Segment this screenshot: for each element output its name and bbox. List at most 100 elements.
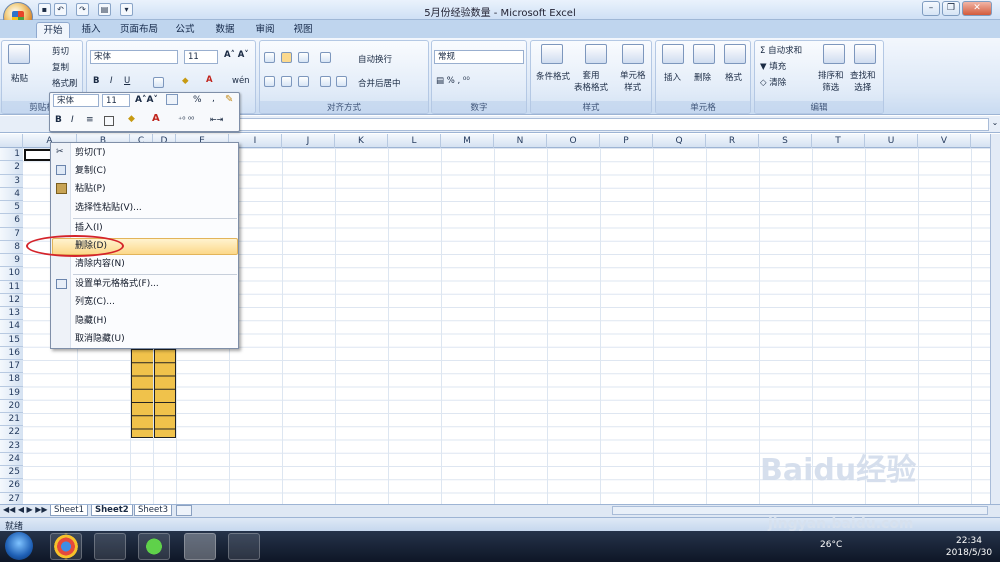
mini-grow-font-icon[interactable]: A˄A˅ [135,95,158,105]
expand-formula-icon[interactable]: ⌄ [990,118,1000,131]
align-top-icon[interactable] [264,52,275,63]
column-header[interactable]: K [335,134,388,148]
start-button[interactable] [5,532,33,560]
conditional-format-button[interactable]: 条件格式 [536,70,570,82]
decrease-indent-icon[interactable] [320,76,331,87]
underline-icon[interactable]: U [124,76,130,86]
column-header[interactable]: V [918,134,971,148]
mini-decimal-icon[interactable]: ⁺⁰ ⁰⁰ [178,115,194,124]
mini-accounting-icon[interactable] [166,94,178,105]
column-header[interactable]: N [494,134,547,148]
menu-item-clear-contents[interactable]: 清除内容(N) [75,256,125,272]
row-header[interactable]: 22 [0,426,23,440]
border-icon[interactable] [153,77,164,88]
chrome-icon[interactable] [50,533,82,560]
tab-home[interactable]: 开始 [36,22,70,38]
select-all-corner[interactable] [0,134,23,148]
column-header[interactable]: L [388,134,441,148]
orientation-icon[interactable] [320,52,331,63]
row-header[interactable]: 12 [0,293,23,307]
paste-button[interactable]: 粘贴 [11,72,28,84]
mini-bold-icon[interactable]: B [55,115,62,125]
column-header[interactable]: T [812,134,865,148]
close-icon[interactable]: ✕ [962,1,992,16]
mini-format-painter-icon[interactable]: ✎ [225,94,233,105]
mini-center-icon[interactable]: ≡ [86,115,94,125]
vertical-scrollbar[interactable] [990,134,1000,504]
bold-icon[interactable]: B [93,76,99,86]
redo-icon[interactable]: ↷ [76,3,89,16]
tab-formulas[interactable]: 公式 [170,22,200,38]
mini-comma-button[interactable]: , [212,94,215,104]
paste-icon[interactable] [8,44,30,64]
sort-filter-button[interactable]: 排序和 筛选 [818,70,844,94]
tab-page-layout[interactable]: 页面布局 [114,22,164,38]
menu-item-format-cells[interactable]: 设置单元格格式(F)... [75,276,159,292]
row-header[interactable]: 16 [0,346,23,360]
row-header[interactable]: 3 [0,174,23,188]
tab-view[interactable]: 视图 [288,22,318,38]
accounting-icon[interactable]: ▤ % , ⁰⁰ [436,76,470,86]
cut-button[interactable]: 剪切 [52,45,69,57]
cell-styles-icon[interactable] [622,44,644,64]
row-header[interactable]: 27 [0,492,23,504]
sort-filter-icon[interactable] [823,44,845,64]
row-header[interactable]: 26 [0,479,23,493]
wrap-text-button[interactable]: 自动换行 [358,53,392,65]
tab-data[interactable]: 数据 [210,22,240,38]
autosum-button[interactable]: Σ 自动求和 [760,44,802,56]
number-format-box[interactable]: 常规 [434,50,524,64]
menu-item-unhide[interactable]: 取消隐藏(U) [75,331,125,347]
excel-taskbar-icon[interactable] [184,533,216,560]
row-header[interactable]: 19 [0,386,23,400]
cell-styles-button[interactable]: 单元格 样式 [620,70,646,94]
column-header[interactable]: M [441,134,494,148]
grow-font-icon[interactable]: A˄ A˅ [224,50,249,60]
insert-cells-icon[interactable] [662,44,684,64]
insert-sheet-icon[interactable] [176,505,192,516]
format-painter-button[interactable]: 格式刷 [52,77,78,89]
clock[interactable]: 22:34 2018/5/30 [940,535,998,559]
column-header[interactable]: Q [653,134,706,148]
sheet-tab-1[interactable]: Sheet1 [50,505,88,516]
menu-item-hide[interactable]: 隐藏(H) [75,313,107,329]
insert-cells-button[interactable]: 插入 [664,71,681,83]
row-header[interactable]: 11 [0,280,23,294]
row-header[interactable]: 17 [0,360,23,374]
tab-insert[interactable]: 插入 [76,22,106,38]
menu-item-column-width[interactable]: 列宽(C)... [75,294,115,310]
horizontal-scrollbar[interactable] [612,506,988,515]
align-left-icon[interactable] [264,76,275,87]
row-header[interactable]: 21 [0,413,23,427]
row-header[interactable]: 6 [0,214,23,228]
align-center-icon[interactable] [281,76,292,87]
phonetic-icon[interactable]: wén [232,76,250,86]
mini-italic-icon[interactable]: I [71,115,74,125]
mini-font-box[interactable]: 宋体 [53,94,99,107]
column-header[interactable]: S [759,134,812,148]
sheet-nav-icon[interactable]: ◀◀ ◀ ▶ ▶▶ [3,505,48,514]
menu-item-paste-special[interactable]: 选择性粘贴(V)... [75,200,142,216]
minimize-icon[interactable]: – [922,1,940,16]
align-middle-icon[interactable] [281,52,292,63]
tab-review[interactable]: 审阅 [250,22,280,38]
explorer-icon[interactable] [94,533,126,560]
conditional-format-icon[interactable] [541,44,563,64]
italic-icon[interactable]: I [110,76,113,86]
format-cells-button[interactable]: 格式 [725,71,742,83]
row-header[interactable]: 15 [0,333,23,347]
mini-percent-button[interactable]: % [193,95,202,105]
column-header[interactable]: P [600,134,653,148]
font-color-icon[interactable]: A [206,75,213,85]
row-header[interactable]: 1 [0,148,23,162]
align-right-icon[interactable] [298,76,309,87]
sheet-tab-2[interactable]: Sheet2 [91,505,133,516]
customize-qat-icon[interactable]: ▾ [120,3,133,16]
table-format-button[interactable]: 套用 表格格式 [574,70,608,94]
table-format-icon[interactable] [585,44,607,64]
delete-cells-button[interactable]: 删除 [694,71,711,83]
mini-font-color-icon[interactable]: A [152,113,160,124]
row-header[interactable]: 25 [0,466,23,480]
copy-button[interactable]: 复制 [52,61,69,73]
mini-border-icon[interactable] [104,116,114,126]
